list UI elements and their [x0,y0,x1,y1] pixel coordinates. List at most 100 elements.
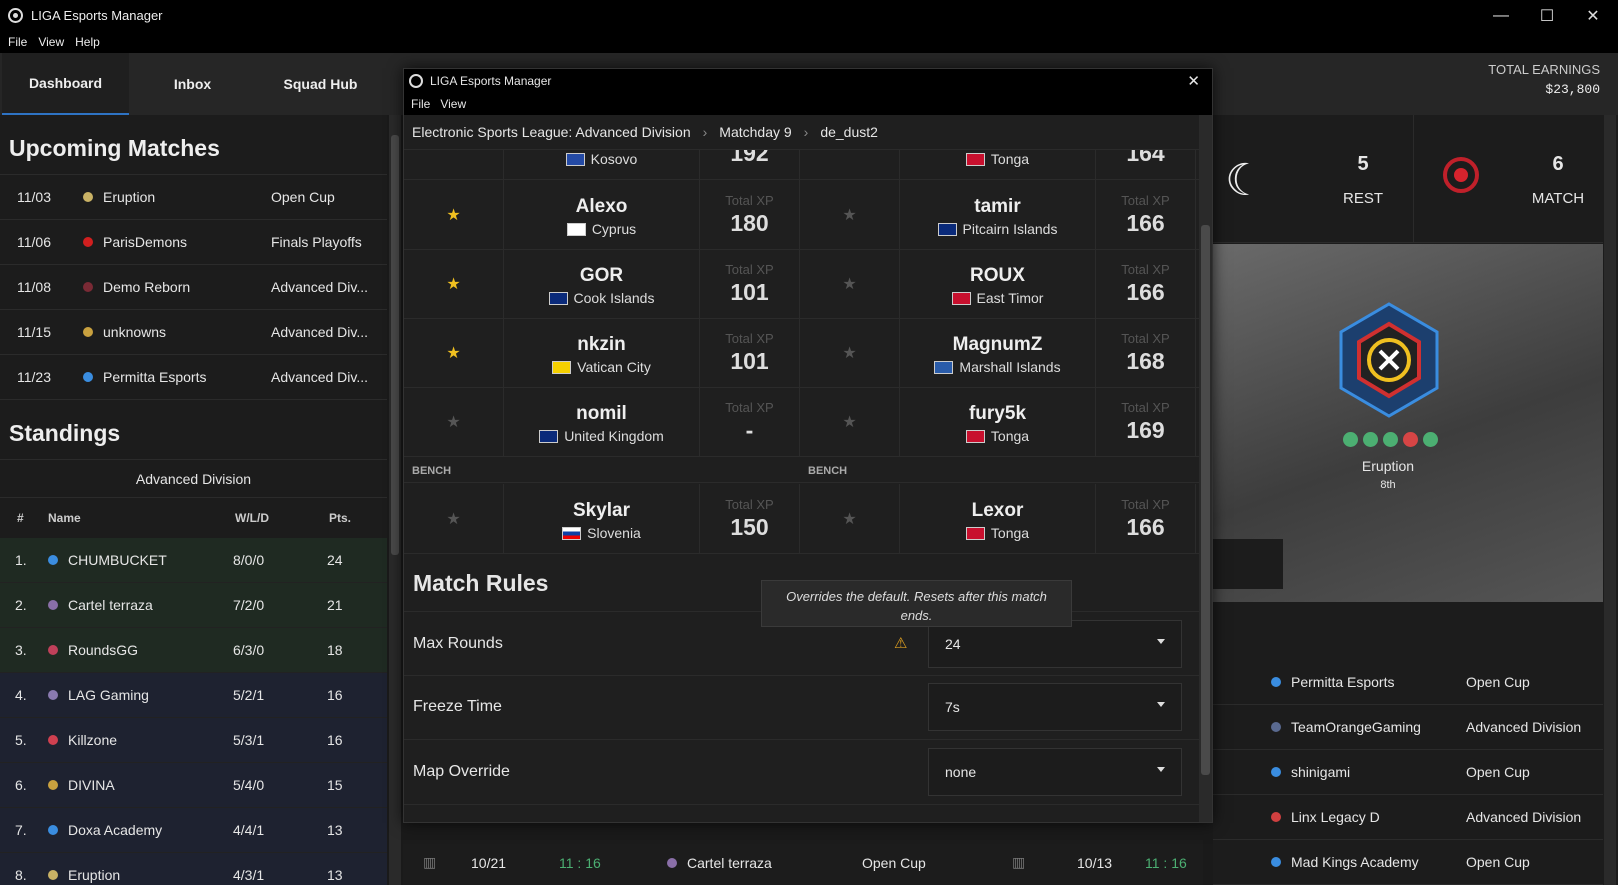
modal-scrollbar[interactable] [1199,115,1212,822]
list-item[interactable]: shinigami Open Cup [1213,750,1603,795]
table-row[interactable]: 6. DIVINA 5/4/0 15 [0,763,387,808]
left-scrollbar[interactable] [389,115,401,885]
menu-view[interactable]: View [38,35,64,49]
divider [1413,115,1414,243]
team-logo-icon [48,600,58,610]
modal-menu-file[interactable]: File [411,97,430,111]
table-row[interactable]: 5. Killzone 5/3/1 16 [0,718,387,763]
player-name[interactable]: fury5k [900,403,1095,425]
team-logo-icon [48,825,58,835]
player-xp: 164 [1126,150,1165,166]
menu-help[interactable]: Help [75,35,100,49]
player-name[interactable]: GOR [504,265,699,287]
recent-results-row[interactable]: ▥ 10/21 11 : 16 Cartel terraza Open Cup … [403,840,1203,885]
bench-row: ★ Skylar Slovenia Total XP 150 ★ Lexor Tong… [404,484,1199,554]
player-nationality: Cook Islands [573,290,655,306]
modal-content: ★ xKosovo x192 ★ xTonga x164 ★AlexoCypru… [404,150,1199,821]
chevron-right-icon: › [702,124,708,140]
team-logo-icon [667,857,677,868]
team-logo-icon [1271,677,1281,687]
table-row[interactable]: 4. LAG Gaming 5/2/1 16 [0,673,387,718]
player-name[interactable]: Alexo [504,196,699,218]
player-row: ★ Alexo Cyprus Total XP 180 ★ tamir Pitcairn Is… [404,180,1199,250]
total-earnings: TOTAL EARNINGS $23,800 [1488,62,1600,97]
star-icon[interactable]: ★ [800,249,900,319]
list-item[interactable]: Permitta Esports Open Cup [1213,660,1603,705]
app-logo-icon [8,8,23,23]
rule-row-map-override: Map Override none [404,740,1199,805]
flag-icon [934,360,954,374]
list-item[interactable]: 11/06 ParisDemons Finals Playoffs [0,220,387,265]
breadcrumb: Electronic Sports League: Advanced Divis… [404,115,1212,150]
team-logo-icon [1271,767,1281,777]
player-name[interactable]: ROUX [900,265,1095,287]
form-dot [1403,432,1418,447]
chevron-right-icon: › [803,124,809,140]
freeze-time-select[interactable]: 7s [928,683,1182,731]
table-row[interactable]: 7. Doxa Academy 4/4/1 13 [0,808,387,853]
left-scrollbar-thumb[interactable] [391,135,399,555]
max-rounds-select[interactable]: 24 [928,620,1182,668]
player-nationality: Tonga [990,151,1030,167]
list-item[interactable]: 11/03 Eruption Open Cup [0,175,387,220]
player-name[interactable]: nkzin [504,334,699,356]
table-row[interactable]: 2. Cartel terraza 7/2/0 21 [0,583,387,628]
close-button[interactable]: ✕ [1570,0,1616,31]
modal-close-icon[interactable]: ✕ [1187,72,1200,90]
list-item[interactable]: Mad Kings Academy Open Cup [1213,840,1603,885]
player-row: ★ nkzin Vatican City Total XP 101 ★ MagnumZ Mar… [404,318,1199,388]
team-logo-icon [48,735,58,745]
player-xp: 168 [1126,348,1165,374]
modal-scrollbar-thumb[interactable] [1201,225,1210,775]
right-scrollbar[interactable] [1604,115,1616,885]
team-logo-icon [1271,722,1281,732]
upcoming-list: 11/03 Eruption Open Cup 11/06 ParisDemons Fi… [0,174,387,400]
player-name[interactable]: tamir [900,196,1095,218]
player-nationality: Tonga [990,428,1030,444]
modal-titlebar: LIGA Esports Manager ✕ [404,69,1212,93]
map-override-select[interactable]: none [928,748,1182,796]
star-icon[interactable]: ★ [800,484,900,554]
list-item[interactable]: 11/23 Permitta Esports Advanced Div... [0,355,387,400]
tab-inbox[interactable]: Inbox [129,53,256,115]
table-row[interactable]: 1. CHUMBUCKET 8/0/0 24 [0,538,387,583]
player-xp: 101 [730,348,769,374]
list-item[interactable]: Linx Legacy D Advanced Division [1213,795,1603,840]
player-xp: 166 [1126,210,1165,236]
star-icon[interactable]: ★ [404,249,504,319]
player-name[interactable]: nomil [504,403,699,425]
table-row[interactable]: 3. RoundsGG 6/3/0 18 [0,628,387,673]
tab-dashboard[interactable]: Dashboard [2,53,129,115]
star-icon[interactable]: ★ [800,180,900,250]
table-row[interactable]: 8. Eruption 4/3/1 13 [0,853,387,885]
play-button[interactable] [1213,539,1283,589]
list-item[interactable]: 11/08 Demo Reborn Advanced Div... [0,265,387,310]
menu-file[interactable]: File [8,35,27,49]
star-icon[interactable]: ★ [800,150,900,180]
breadcrumb-matchday[interactable]: Matchday 9 [719,124,791,140]
star-icon[interactable]: ★ [404,150,504,180]
star-icon[interactable]: ★ [404,180,504,250]
player-name[interactable]: MagnumZ [900,334,1095,356]
star-icon[interactable]: ★ [800,387,900,457]
team-logo-icon [83,372,93,382]
star-icon[interactable]: ★ [404,318,504,388]
minimize-button[interactable]: — [1478,0,1524,31]
list-item[interactable]: 11/15 unknowns Advanced Div... [0,310,387,355]
player-name[interactable]: Skylar [504,500,699,522]
star-icon[interactable]: ★ [404,387,504,457]
team-logo-icon [83,237,93,247]
maximize-button[interactable]: ☐ [1524,0,1570,31]
player-xp: 101 [730,279,769,305]
star-icon[interactable]: ★ [800,318,900,388]
tab-squad-hub[interactable]: Squad Hub [257,53,384,115]
flag-icon [965,429,985,443]
breadcrumb-league[interactable]: Electronic Sports League: Advanced Divis… [412,124,691,140]
modal-menu-view[interactable]: View [440,97,466,111]
opponent-name: Eruption [1361,458,1415,474]
player-name[interactable]: Lexor [900,500,1095,522]
standings-title: Standings [9,420,121,446]
star-icon[interactable]: ★ [404,484,504,554]
player-nationality: East Timor [976,290,1044,306]
list-item[interactable]: TeamOrangeGaming Advanced Division [1213,705,1603,750]
